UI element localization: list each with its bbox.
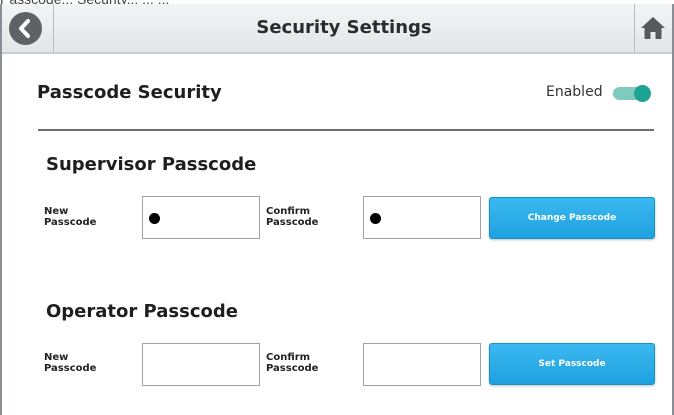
operator-passcode-title: Operator Passcode [46,301,238,322]
operator-confirm-passcode-label: Confirm Passcode [266,352,336,374]
toggle-knob [634,85,651,102]
supervisor-confirm-passcode-field[interactable] [363,196,481,239]
supervisor-passcode-title: Supervisor Passcode [46,154,257,175]
label-line: Passcode [44,363,97,374]
back-icon [9,12,42,45]
back-button[interactable] [2,4,54,52]
label-line: Passcode [266,363,319,374]
label-line: New [44,352,69,363]
home-button[interactable] [634,4,672,52]
label-line: New [44,206,69,217]
app-window: Security Settings Passcode Security Enab… [0,4,674,415]
passcode-security-title: Passcode Security [37,82,222,103]
passcode-security-toggle[interactable] [613,85,651,102]
label-line: Confirm [266,206,311,217]
operator-new-passcode-label: New Passcode [44,352,114,374]
home-icon [641,17,665,39]
password-dot-icon [149,213,160,224]
operator-confirm-passcode-field[interactable] [363,343,481,386]
section-divider [38,129,654,131]
label-line: Confirm [266,352,311,363]
supervisor-new-passcode-field[interactable] [142,196,260,239]
label-line: Passcode [266,217,319,228]
supervisor-new-passcode-label: New Passcode [44,206,114,228]
enabled-label: Enabled [546,84,603,100]
change-passcode-button[interactable]: Change Passcode [489,197,655,239]
set-passcode-button[interactable]: Set Passcode [489,343,655,385]
label-line: Passcode [44,217,97,228]
supervisor-confirm-passcode-label: Confirm Passcode [266,206,336,228]
header-bar: Security Settings [2,4,672,54]
password-dot-icon [370,213,381,224]
page-title: Security Settings [256,17,432,38]
operator-new-passcode-field[interactable] [142,343,260,386]
